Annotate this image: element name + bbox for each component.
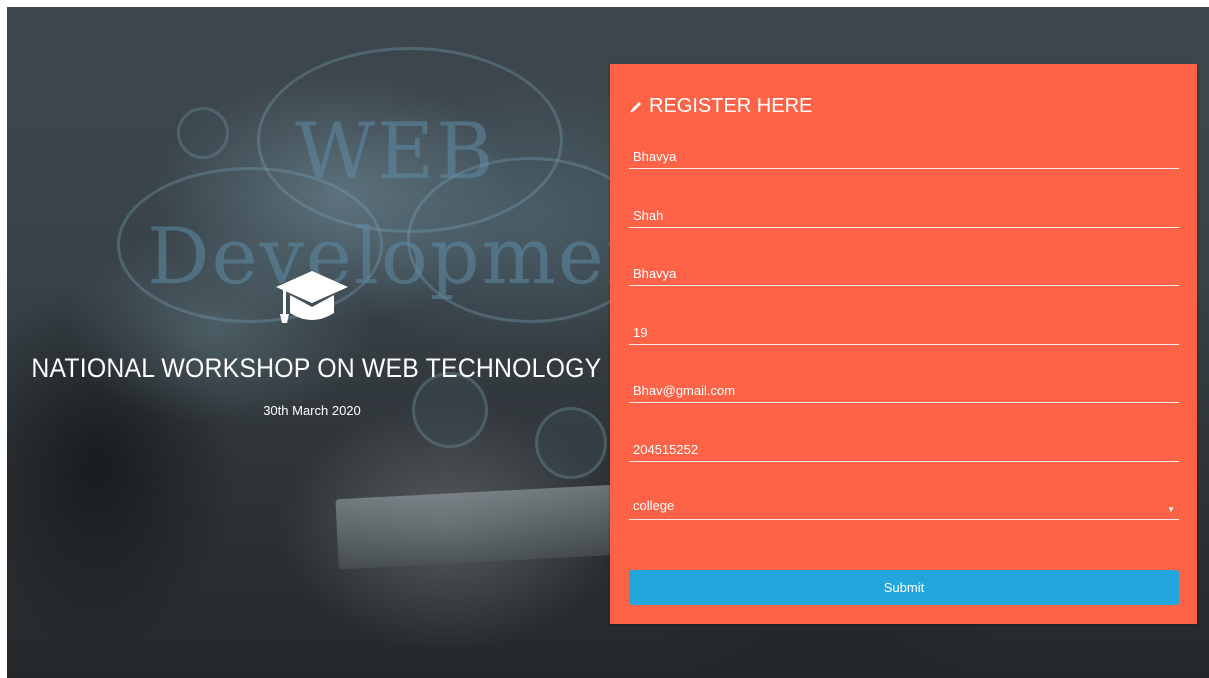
- background-word-web: WEB: [295, 107, 496, 197]
- caret-down-icon: ▼: [1167, 505, 1175, 514]
- submit-button[interactable]: Submit: [629, 570, 1179, 605]
- email-input[interactable]: [629, 379, 1179, 403]
- age-input[interactable]: [629, 321, 1179, 345]
- graduation-cap-icon: [276, 271, 348, 323]
- institution-select-value: college: [633, 498, 675, 513]
- last-name-input[interactable]: [629, 204, 1179, 228]
- hero-section: NATIONAL WORKSHOP ON WEB TECHNOLOGY 30th…: [7, 267, 617, 418]
- phone-input[interactable]: [629, 438, 1179, 462]
- register-header: REGISTER HERE: [629, 95, 812, 118]
- page: WEB Developmen NATIONAL WORKSHOP ON WEB …: [7, 7, 1209, 678]
- workshop-date: 30th March 2020: [263, 403, 361, 418]
- institution-select[interactable]: college ▼: [629, 496, 1179, 520]
- first-name-input[interactable]: [629, 145, 1179, 169]
- username-input[interactable]: [629, 262, 1179, 286]
- pencil-icon: [630, 101, 641, 112]
- workshop-title: NATIONAL WORKSHOP ON WEB TECHNOLOGY: [31, 353, 602, 383]
- register-header-label: REGISTER HERE: [649, 95, 813, 117]
- background-tablet: [335, 484, 619, 570]
- background-gear-circle: [177, 107, 229, 159]
- registration-panel: REGISTER HERE college ▼ Submit: [610, 64, 1197, 624]
